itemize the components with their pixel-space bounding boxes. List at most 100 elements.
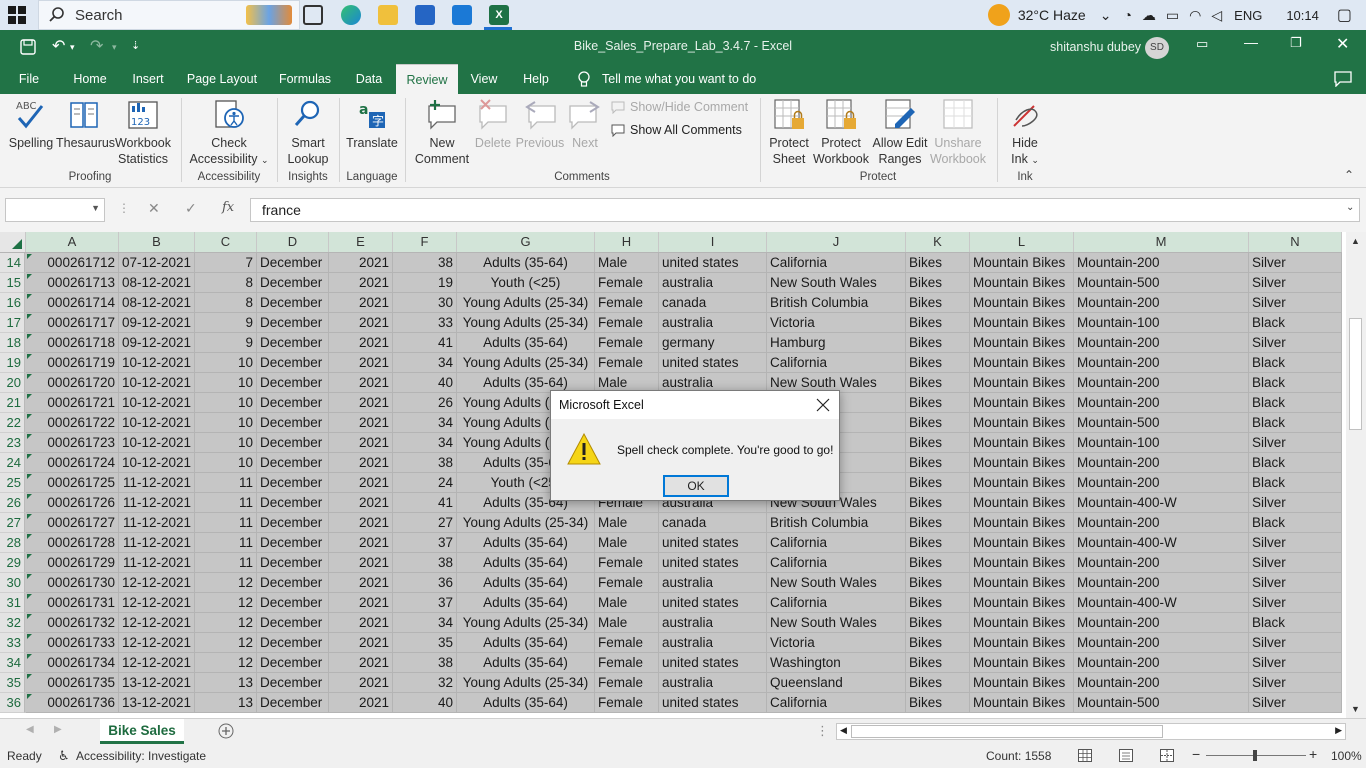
cell[interactable]: Female [595,553,659,573]
cell[interactable]: 000261725 [26,473,119,493]
column-header[interactable]: J [767,232,906,252]
cell[interactable]: Bikes [906,333,970,353]
cell[interactable]: Mountain-200 [1074,453,1249,473]
cell[interactable]: 41 [393,493,457,513]
horizontal-scroll-thumb[interactable] [851,725,1163,738]
cell[interactable]: 11-12-2021 [119,553,195,573]
cell[interactable]: Adults (35-64) [457,333,595,353]
cell[interactable]: Male [595,253,659,273]
cell[interactable]: December [257,633,329,653]
cell[interactable]: 11-12-2021 [119,513,195,533]
prev-sheet-icon[interactable]: ◀ [26,724,34,735]
cell[interactable]: 000261735 [26,673,119,693]
cell[interactable]: 30 [393,293,457,313]
cell[interactable]: New South Wales [767,613,906,633]
cell[interactable]: Male [595,613,659,633]
cell[interactable]: December [257,453,329,473]
cell[interactable]: Mountain-400-W [1074,593,1249,613]
cell[interactable]: Mountain-200 [1074,333,1249,353]
cell[interactable]: Male [595,593,659,613]
cell[interactable]: 2021 [329,633,393,653]
row-header[interactable]: 27 [0,513,25,533]
cell[interactable]: Mountain-400-W [1074,493,1249,513]
cell[interactable]: Mountain-200 [1074,293,1249,313]
row-header[interactable]: 16 [0,293,25,313]
protect-sheet-button[interactable]: Protect Sheet [764,98,814,167]
column-header[interactable]: A [26,232,119,252]
cell[interactable]: Silver [1249,493,1342,513]
cell[interactable]: December [257,593,329,613]
cell[interactable]: australia [659,613,767,633]
translate-button[interactable]: a字 Translate [344,98,400,151]
cell[interactable]: Adults (35-64) [457,533,595,553]
hide-ink-button[interactable]: Hide Ink ⌄ [1004,98,1046,168]
excel-taskbar-icon[interactable]: X [489,5,509,25]
cell[interactable]: 12 [195,653,257,673]
cell[interactable]: 2021 [329,393,393,413]
cell[interactable]: 2021 [329,333,393,353]
cell[interactable]: December [257,533,329,553]
cell[interactable]: Bikes [906,593,970,613]
cell[interactable]: Adults (35-64) [457,253,595,273]
cell[interactable]: 13 [195,673,257,693]
cell[interactable]: 12 [195,593,257,613]
cell[interactable]: united states [659,353,767,373]
cell[interactable]: Mountain Bikes [970,673,1074,693]
cell[interactable]: Silver [1249,573,1342,593]
column-header[interactable]: F [393,232,457,252]
cell[interactable]: Young Adults (25-34) [457,513,595,533]
cell[interactable]: Black [1249,513,1342,533]
allow-edit-ranges-button[interactable]: Allow Edit Ranges [870,98,930,167]
cell[interactable]: Mountain-200 [1074,373,1249,393]
cell[interactable]: Black [1249,373,1342,393]
cell[interactable]: 11 [195,493,257,513]
cell[interactable]: Young Adults (25-34) [457,353,595,373]
cell[interactable]: 12 [195,613,257,633]
cell[interactable]: Silver [1249,593,1342,613]
cell[interactable]: 10-12-2021 [119,433,195,453]
column-header[interactable]: G [457,232,595,252]
cell[interactable]: Female [595,653,659,673]
cell[interactable]: 11 [195,533,257,553]
cell[interactable]: australia [659,573,767,593]
cell[interactable]: 10 [195,413,257,433]
cell[interactable]: 000261727 [26,513,119,533]
cell[interactable]: 000261726 [26,493,119,513]
thesaurus-button[interactable]: Thesaurus [56,98,115,151]
cell[interactable]: December [257,473,329,493]
file-explorer-icon[interactable] [378,5,398,25]
cell[interactable]: Bikes [906,273,970,293]
cell[interactable]: Mountain Bikes [970,313,1074,333]
cell[interactable]: 12-12-2021 [119,653,195,673]
cell[interactable]: 27 [393,513,457,533]
cell[interactable]: December [257,373,329,393]
cell[interactable]: australia [659,313,767,333]
cell[interactable]: 2021 [329,273,393,293]
cell[interactable]: 38 [393,653,457,673]
cell[interactable]: Female [595,313,659,333]
cell[interactable]: Black [1249,353,1342,373]
cell[interactable]: December [257,513,329,533]
name-box[interactable]: ▼ [5,198,105,222]
cell[interactable]: December [257,253,329,273]
row-header[interactable]: 30 [0,573,25,593]
tab-help[interactable]: Help [516,64,556,94]
cell[interactable]: Mountain Bikes [970,493,1074,513]
page-break-preview-icon[interactable] [1160,749,1174,762]
row-header[interactable]: 25 [0,473,25,493]
row-header[interactable]: 33 [0,633,25,653]
cell[interactable]: Male [595,533,659,553]
cell[interactable]: Hamburg [767,333,906,353]
cell[interactable]: 000261732 [26,613,119,633]
row-header[interactable]: 28 [0,533,25,553]
row-header[interactable]: 35 [0,673,25,693]
cell[interactable]: Young Adults (25-34) [457,293,595,313]
cell[interactable]: 10-12-2021 [119,373,195,393]
mail-icon[interactable] [452,5,472,25]
formula-bar-grip-icon[interactable]: ⋮ [118,201,130,215]
zoom-slider-thumb[interactable] [1253,750,1257,761]
row-header[interactable]: 18 [0,333,25,353]
cell[interactable]: Mountain Bikes [970,593,1074,613]
cell[interactable]: December [257,413,329,433]
cell[interactable]: Adults (35-64) [457,633,595,653]
